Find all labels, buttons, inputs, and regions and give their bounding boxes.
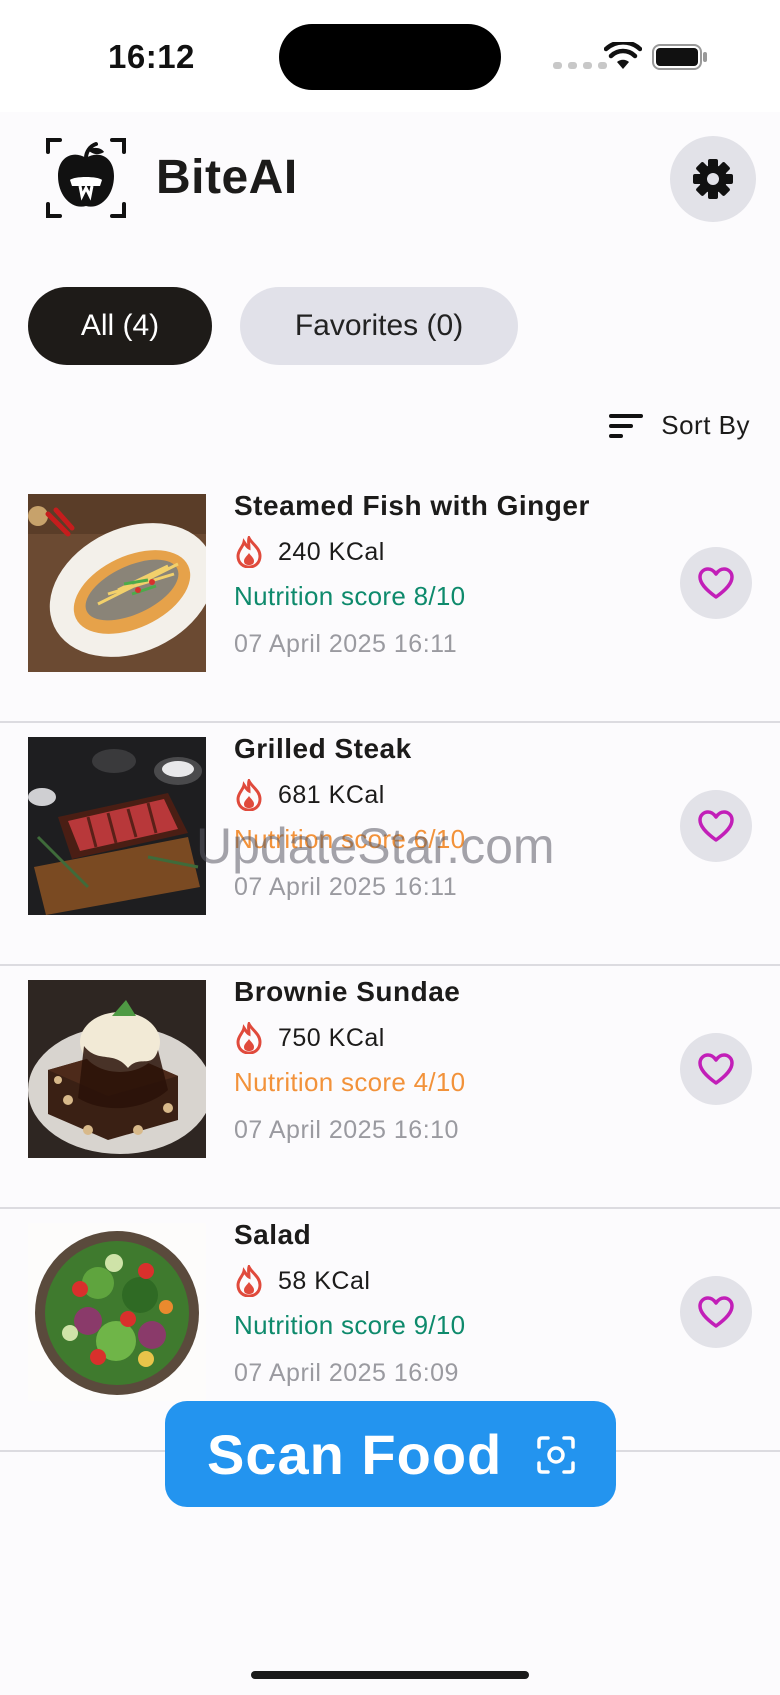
heart-icon <box>698 1053 734 1085</box>
app-screen: BiteAI All (4) Favorites (0) Sort By Ste… <box>0 112 780 1695</box>
favorite-button[interactable] <box>680 547 752 619</box>
header: BiteAI <box>0 112 780 242</box>
list-item[interactable]: Grilled Steak 681 KCal Nutrition score 6… <box>0 723 780 966</box>
kcal-value: 240 KCal <box>278 537 385 566</box>
item-date: 07 April 2025 16:11 <box>234 873 458 901</box>
kcal-value: 750 KCal <box>278 1023 385 1052</box>
heart-icon <box>698 810 734 842</box>
salad-photo <box>28 1223 206 1401</box>
status-time: 16:12 <box>108 38 195 75</box>
app-title: BiteAI <box>156 151 298 204</box>
scan-food-label: Scan Food <box>207 1422 503 1486</box>
gear-icon <box>693 159 733 199</box>
favorite-button[interactable] <box>680 1033 752 1105</box>
flame-icon <box>236 779 262 811</box>
cellular-signal-icon <box>553 62 607 69</box>
item-title: Grilled Steak <box>234 733 412 764</box>
settings-button[interactable] <box>670 136 756 222</box>
sort-lines-icon <box>609 413 644 438</box>
flame-icon <box>236 1022 262 1054</box>
item-date: 07 April 2025 16:10 <box>234 1116 459 1144</box>
item-info: Grilled Steak 681 KCal Nutrition score 6… <box>234 729 634 905</box>
favorite-button[interactable] <box>680 1276 752 1348</box>
flame-icon <box>236 1265 262 1297</box>
kcal-value: 681 KCal <box>278 780 385 809</box>
favorite-button[interactable] <box>680 790 752 862</box>
item-title: Brownie Sundae <box>234 976 461 1007</box>
item-date: 07 April 2025 16:09 <box>234 1359 459 1387</box>
battery-icon <box>652 44 707 70</box>
kcal-row: 240 KCal <box>234 532 634 572</box>
wifi-icon <box>604 42 642 69</box>
grilled-steak-photo <box>28 737 206 915</box>
list-item[interactable]: Steamed Fish with Ginger 240 KCal Nutrit… <box>0 480 780 723</box>
kcal-value: 58 KCal <box>278 1266 371 1295</box>
nutrition-score: Nutrition score 9/10 <box>234 1310 466 1340</box>
filter-all-chip[interactable]: All (4) <box>28 287 212 365</box>
heart-icon <box>698 567 734 599</box>
item-info: Brownie Sundae 750 KCal Nutrition score … <box>234 972 634 1148</box>
flame-icon <box>236 536 262 568</box>
item-date: 07 April 2025 16:11 <box>234 630 458 658</box>
nutrition-score: Nutrition score 4/10 <box>234 1067 466 1097</box>
status-bar: 16:12 <box>0 0 780 112</box>
item-title: Salad <box>234 1219 312 1250</box>
item-info: Steamed Fish with Ginger 240 KCal Nutrit… <box>234 486 634 662</box>
sort-by-button[interactable]: Sort By <box>609 410 750 441</box>
kcal-row: 58 KCal <box>234 1261 634 1301</box>
list-item[interactable]: Brownie Sundae 750 KCal Nutrition score … <box>0 966 780 1209</box>
food-list: Steamed Fish with Ginger 240 KCal Nutrit… <box>0 480 780 1452</box>
nutrition-score: Nutrition score 6/10 <box>234 824 466 854</box>
scan-camera-icon <box>537 1436 575 1474</box>
nutrition-score: Nutrition score 8/10 <box>234 581 466 611</box>
kcal-row: 681 KCal <box>234 775 634 815</box>
filter-chips: All (4) Favorites (0) <box>28 287 518 365</box>
home-indicator[interactable] <box>251 1671 529 1679</box>
item-info: Salad 58 KCal Nutrition score 9/10 07 Ap… <box>234 1215 634 1391</box>
item-title: Steamed Fish with Ginger <box>234 490 590 521</box>
apple-scan-logo-icon <box>46 138 126 218</box>
filter-favorites-chip[interactable]: Favorites (0) <box>240 287 518 365</box>
heart-icon <box>698 1296 734 1328</box>
scan-food-button[interactable]: Scan Food <box>165 1401 616 1507</box>
brownie-sundae-photo <box>28 980 206 1158</box>
sort-by-label: Sort By <box>661 410 750 440</box>
steamed-fish-photo <box>28 494 206 672</box>
kcal-row: 750 KCal <box>234 1018 634 1058</box>
dynamic-island <box>279 24 501 90</box>
